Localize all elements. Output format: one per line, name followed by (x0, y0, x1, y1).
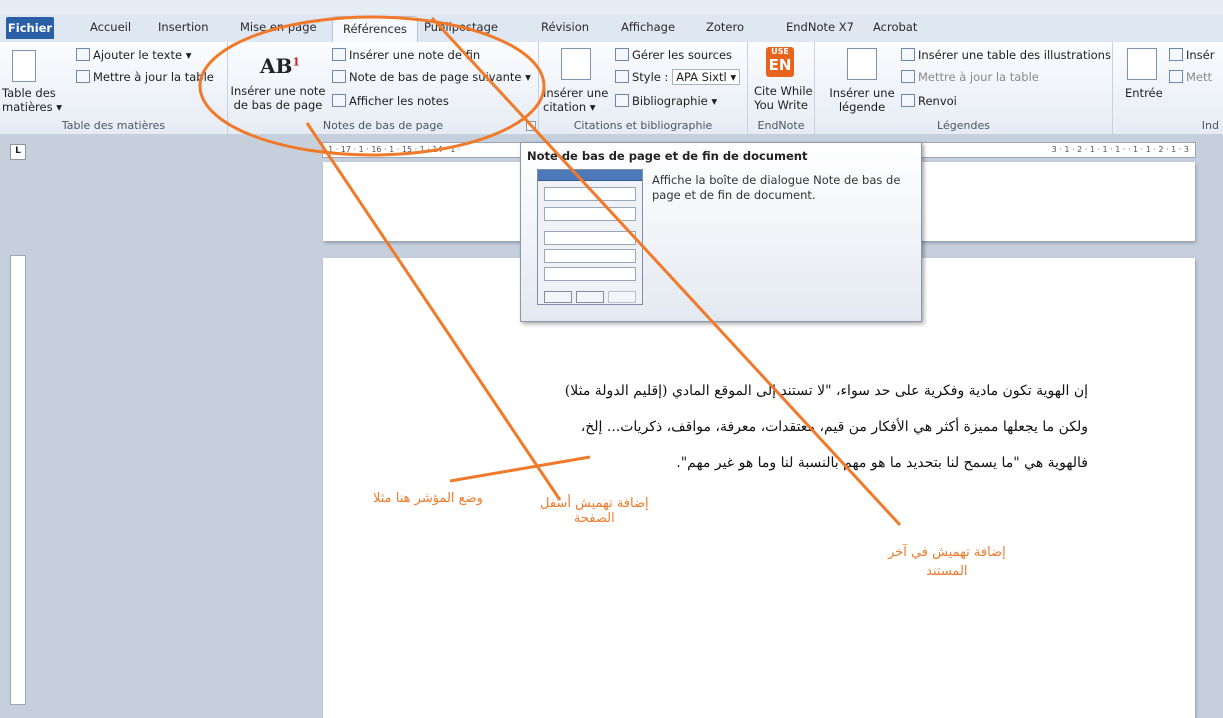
annotation-footnote-line1: إضافة تهميش أسفل (540, 496, 649, 511)
annotation-endnote-line1: إضافة تهميش في آخر (888, 545, 1006, 560)
annotation-footnote-line2: الصفحة (573, 511, 615, 526)
annotation-footnote: إضافة تهميش أسفل الصفحة (540, 496, 649, 526)
annotation-overlay (198, 15, 902, 527)
arrow-line-endnote (430, 16, 902, 527)
annotation-cursor: وضع المؤشر هنا مثلا (373, 491, 483, 506)
arrow-line-footnote (305, 122, 562, 501)
arrow-line-cursor (449, 455, 591, 483)
highlight-ellipse (198, 15, 546, 157)
annotation-endnote: إضافة تهميش في آخر المستند (888, 545, 1006, 579)
annotation-endnote-line2: المستند (926, 564, 968, 579)
